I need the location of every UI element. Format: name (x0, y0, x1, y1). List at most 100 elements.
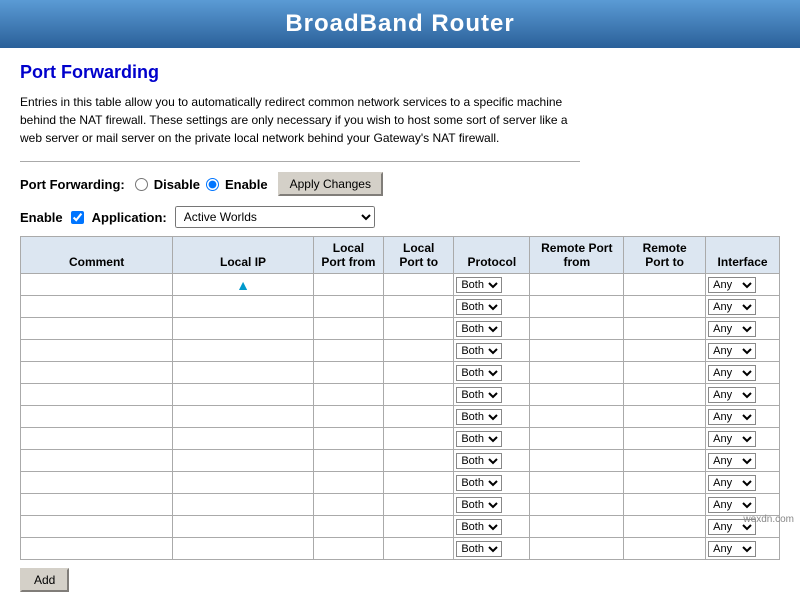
local-ip-cell (173, 472, 314, 494)
interface-select[interactable]: AnyWANLAN (708, 387, 756, 403)
remote-port-to-cell (624, 494, 706, 516)
protocol-select[interactable]: BothTCPUDP (456, 453, 502, 469)
interface-select[interactable]: AnyWANLAN (708, 541, 756, 557)
table-row: BothTCPUDP AnyWANLAN (21, 494, 780, 516)
table-row: BothTCPUDP AnyWANLAN (21, 428, 780, 450)
table-row: BothTCPUDP AnyWANLAN (21, 450, 780, 472)
comment-cell (21, 296, 173, 318)
interface-select[interactable]: AnyWANLAN (708, 299, 756, 315)
apply-changes-button[interactable]: Apply Changes (278, 172, 383, 196)
interface-cell[interactable]: AnyWANLAN (706, 296, 780, 318)
table-row: BothTCPUDP AnyWANLAN (21, 340, 780, 362)
protocol-select[interactable]: BothTCPUDP (456, 321, 502, 337)
local-port-from-cell (313, 538, 383, 560)
protocol-cell[interactable]: BothTCPUDP (454, 472, 530, 494)
watermark: wexdn.com (743, 514, 794, 525)
local-port-to-cell (384, 384, 454, 406)
port-forwarding-label: Port Forwarding: (20, 177, 125, 192)
local-ip-cell (173, 450, 314, 472)
remote-port-from-cell (530, 296, 624, 318)
interface-cell[interactable]: AnyWANLAN (706, 450, 780, 472)
col-interface: Interface (706, 237, 780, 274)
local-port-from-cell (313, 406, 383, 428)
remote-port-from-cell (530, 340, 624, 362)
local-ip-cell (173, 340, 314, 362)
protocol-cell[interactable]: BothTCPUDP (454, 340, 530, 362)
protocol-select[interactable]: BothTCPUDP (456, 299, 502, 315)
interface-select[interactable]: AnyWANLAN (708, 343, 756, 359)
interface-cell[interactable]: AnyWANLAN (706, 340, 780, 362)
interface-select[interactable]: AnyWANLAN (708, 431, 756, 447)
protocol-cell[interactable]: BothTCPUDP (454, 318, 530, 340)
remote-port-from-cell (530, 274, 624, 296)
local-ip-cell: ▲ (173, 274, 314, 296)
remote-port-to-cell (624, 538, 706, 560)
protocol-cell[interactable]: BothTCPUDP (454, 274, 530, 296)
interface-select[interactable]: AnyWANLAN (708, 497, 756, 513)
interface-cell[interactable]: AnyWANLAN (706, 318, 780, 340)
table-row: BothTCPUDPAnyWANLAN (21, 516, 780, 538)
protocol-cell[interactable]: BothTCPUDP (454, 362, 530, 384)
remote-port-to-cell (624, 406, 706, 428)
protocol-cell[interactable]: BothTCPUDP (454, 516, 530, 538)
protocol-cell[interactable]: BothTCPUDP (454, 450, 530, 472)
protocol-cell[interactable]: BothTCPUDP (454, 538, 530, 560)
interface-select[interactable]: AnyWANLAN (708, 409, 756, 425)
protocol-select[interactable]: BothTCPUDP (456, 541, 502, 557)
comment-cell (21, 472, 173, 494)
interface-select[interactable]: AnyWANLAN (708, 365, 756, 381)
protocol-cell[interactable]: BothTCPUDP (454, 428, 530, 450)
remote-port-to-cell (624, 340, 706, 362)
local-port-from-cell (313, 450, 383, 472)
col-local-port-from: Local Port from (313, 237, 383, 274)
enable-radio[interactable] (206, 178, 219, 191)
protocol-select[interactable]: BothTCPUDP (456, 519, 502, 535)
local-port-to-cell (384, 406, 454, 428)
table-row: BothTCPUDP AnyWANLAN (21, 384, 780, 406)
table-header-row: Comment Local IP Local Port from Local P… (21, 237, 780, 274)
table-row: BothTCPUDP AnyWANLAN (21, 318, 780, 340)
protocol-select[interactable]: BothTCPUDP (456, 409, 502, 425)
local-ip-cell (173, 384, 314, 406)
protocol-cell[interactable]: BothTCPUDP (454, 384, 530, 406)
local-port-to-cell (384, 274, 454, 296)
local-port-to-cell (384, 472, 454, 494)
protocol-cell[interactable]: BothTCPUDP (454, 296, 530, 318)
remote-port-from-cell (530, 494, 624, 516)
interface-cell[interactable]: AnyWANLAN (706, 538, 780, 560)
interface-cell[interactable]: AnyWANLAN (706, 384, 780, 406)
local-port-from-cell (313, 516, 383, 538)
application-select[interactable]: Active Worlds (175, 206, 375, 228)
interface-cell[interactable]: AnyWANLAN (706, 428, 780, 450)
interface-cell[interactable]: AnyWANLAN (706, 274, 780, 296)
interface-cell[interactable]: AnyWANLAN (706, 406, 780, 428)
comment-cell (21, 538, 173, 560)
local-port-to-cell (384, 318, 454, 340)
protocol-cell[interactable]: BothTCPUDP (454, 406, 530, 428)
protocol-select[interactable]: BothTCPUDP (456, 475, 502, 491)
interface-select[interactable]: AnyWANLAN (708, 475, 756, 491)
protocol-cell[interactable]: BothTCPUDP (454, 494, 530, 516)
local-port-from-cell (313, 274, 383, 296)
comment-cell (21, 274, 173, 296)
interface-cell[interactable]: AnyWANLAN (706, 472, 780, 494)
comment-cell (21, 406, 173, 428)
interface-select[interactable]: AnyWANLAN (708, 321, 756, 337)
enable-checkbox[interactable] (71, 211, 84, 224)
protocol-select[interactable]: BothTCPUDP (456, 497, 502, 513)
remote-port-to-cell (624, 384, 706, 406)
protocol-select[interactable]: BothTCPUDP (456, 365, 502, 381)
interface-select[interactable]: AnyWANLAN (708, 453, 756, 469)
interface-cell[interactable]: AnyWANLAN (706, 494, 780, 516)
interface-cell[interactable]: AnyWANLAN (706, 362, 780, 384)
protocol-select[interactable]: BothTCPUDP (456, 387, 502, 403)
add-button[interactable]: Add (20, 568, 69, 592)
local-port-from-cell (313, 362, 383, 384)
remote-port-from-cell (530, 406, 624, 428)
protocol-select[interactable]: BothTCPUDP (456, 277, 502, 293)
interface-select[interactable]: AnyWANLAN (708, 277, 756, 293)
comment-cell (21, 318, 173, 340)
protocol-select[interactable]: BothTCPUDP (456, 343, 502, 359)
disable-radio[interactable] (135, 178, 148, 191)
protocol-select[interactable]: BothTCPUDP (456, 431, 502, 447)
